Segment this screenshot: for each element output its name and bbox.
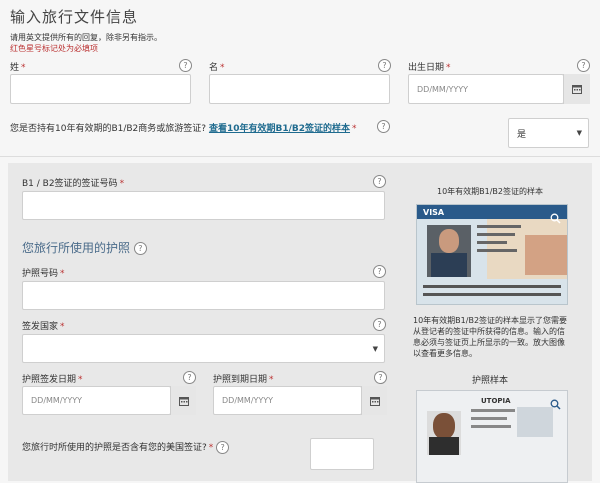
divider	[0, 156, 600, 157]
passport-section-help-icon[interactable]: ?	[133, 242, 147, 255]
last-name-label: 姓 *	[10, 63, 26, 73]
visa-sample-note: 10年有效期B1/B2签证的样本显示了您需要从登记者的签证中所获得的信息。输入的…	[413, 316, 568, 358]
us-visa-help-icon[interactable]: ?	[216, 441, 230, 454]
last-name-help-icon[interactable]: ?	[179, 59, 192, 72]
instruction-text: 请用英文提供所有的回复，除非另有指示。	[10, 33, 162, 42]
issuing-country-label: 签发国家 *	[22, 322, 65, 332]
chevron-down-icon: ▼	[576, 129, 582, 137]
issuing-country-select[interactable]: ▼	[22, 334, 385, 363]
expiry-date-calendar-button[interactable]	[361, 386, 387, 415]
expiry-date-input[interactable]: DD/MM/YYYY	[213, 386, 362, 415]
visa-number-help-icon[interactable]: ?	[373, 175, 386, 188]
calendar-icon	[572, 85, 582, 94]
passport-sample-image[interactable]: UTOPIA	[416, 390, 568, 483]
expiry-date-label: 护照到期日期 *	[213, 375, 274, 385]
passport-section-title: 您旅行所使用的护照 ?	[22, 239, 147, 256]
page-title: 输入旅行文件信息	[10, 8, 139, 26]
first-name-help-icon[interactable]: ?	[378, 59, 391, 72]
us-visa-answer-select[interactable]	[310, 438, 374, 470]
zoom-icon[interactable]	[550, 209, 561, 224]
passport-card-text: UTOPIA	[481, 397, 511, 405]
last-name-input[interactable]	[10, 74, 191, 104]
issue-date-calendar-button[interactable]	[170, 386, 196, 415]
visa-sample-title: 10年有效期B1/B2签证的样本	[436, 187, 544, 196]
issue-date-help-icon[interactable]: ?	[183, 371, 196, 384]
dob-input[interactable]: DD/MM/YYYY	[408, 74, 564, 104]
passport-number-input[interactable]	[22, 281, 385, 310]
visa-sample-image[interactable]: VISA	[416, 204, 568, 305]
visa-number-label: B1 / B2签证的签证号码 *	[22, 179, 125, 189]
dob-label: 出生日期 *	[408, 63, 451, 73]
passport-number-help-icon[interactable]: ?	[373, 265, 386, 278]
required-note: 红色星号标记处为必填项	[10, 44, 98, 53]
visa-sample-link[interactable]: 查看10年有效期B1/B2签证的样本	[209, 124, 350, 134]
passport-number-label: 护照号码 *	[22, 269, 65, 279]
visa-question-help-icon[interactable]: ?	[377, 120, 390, 133]
chevron-down-icon: ▼	[372, 344, 378, 353]
visa-number-input[interactable]	[22, 191, 385, 220]
visa-answer-value: 是	[517, 129, 527, 140]
visa-answer-select[interactable]: 是 ▼	[508, 118, 589, 148]
issue-date-input[interactable]: DD/MM/YYYY	[22, 386, 171, 415]
calendar-icon	[369, 396, 380, 406]
zoom-icon[interactable]	[550, 395, 561, 410]
issue-date-label: 护照签发日期 *	[22, 375, 83, 385]
calendar-icon	[178, 396, 189, 406]
dob-help-icon[interactable]: ?	[577, 59, 590, 72]
us-visa-question: 您旅行时所使用的护照是否含有您的美国签证? * ?	[22, 440, 230, 454]
passport-sample-title: 护照样本	[471, 376, 508, 386]
visa-card-text: VISA	[423, 208, 445, 217]
dob-calendar-button[interactable]	[563, 74, 590, 104]
visa-question: 您是否持有10年有效期的B1/B2商务或旅游签证? 查看10年有效期B1/B2签…	[10, 124, 357, 134]
first-name-input[interactable]	[209, 74, 390, 104]
first-name-label: 名 *	[209, 63, 225, 73]
issuing-country-help-icon[interactable]: ?	[373, 318, 386, 331]
expiry-date-help-icon[interactable]: ?	[374, 371, 387, 384]
